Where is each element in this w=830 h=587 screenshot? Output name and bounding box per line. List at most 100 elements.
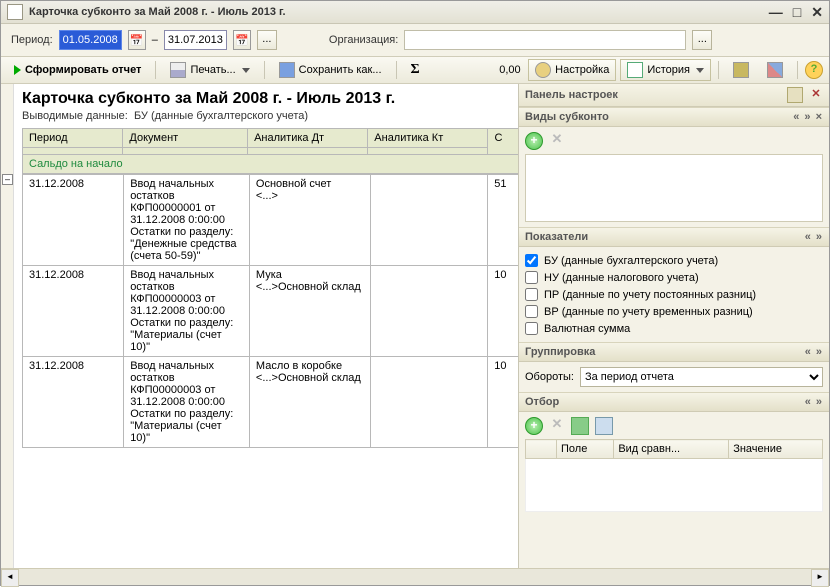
- indicator-checkbox[interactable]: [525, 254, 538, 267]
- date-dash: –: [152, 34, 158, 46]
- indicator-checkbox[interactable]: [525, 305, 538, 318]
- delete-button: ✕: [549, 132, 565, 148]
- table-row[interactable]: 31.12.2008Ввод начальных остатков КФП000…: [23, 357, 519, 448]
- generate-label: Сформировать отчет: [25, 64, 141, 76]
- sum-button[interactable]: Σ: [404, 59, 427, 81]
- date-from-field[interactable]: 01.05.2008: [59, 30, 122, 50]
- report-subtitle: Выводимые данные: БУ (данные бухгалтерск…: [14, 110, 518, 128]
- filter-col-field: Поле: [557, 440, 614, 459]
- calendar-icon[interactable]: 📅: [233, 30, 251, 50]
- print-icon: [170, 62, 186, 78]
- table-row[interactable]: 31.12.2008Ввод начальных остатков КФП000…: [23, 266, 519, 357]
- filter-table: Поле Вид сравн... Значение: [525, 439, 823, 512]
- indicator-row[interactable]: ПР (данные по учету постоянных разниц): [525, 286, 823, 303]
- copy2-icon[interactable]: [595, 417, 613, 435]
- app-icon: [7, 4, 23, 20]
- report-rows: 31.12.2008Ввод начальных остатков КФП000…: [22, 174, 518, 448]
- history-icon: [627, 62, 643, 78]
- collapse-button[interactable]: –: [2, 174, 13, 185]
- org-label: Организация:: [329, 34, 398, 46]
- indicator-row[interactable]: ВР (данные по учету временных разниц): [525, 303, 823, 320]
- horizontal-scrollbar[interactable]: ◄ ►: [1, 568, 829, 585]
- misc-button-2[interactable]: [760, 59, 790, 81]
- print-button[interactable]: Печать...: [163, 59, 256, 81]
- report-table: Период Документ Аналитика Дт Аналитика К…: [22, 128, 518, 174]
- org-field[interactable]: [404, 30, 686, 50]
- minimize-button[interactable]: —: [769, 4, 783, 21]
- filter-col-comp: Вид сравн...: [614, 440, 729, 459]
- period-choose-button[interactable]: ...: [257, 30, 277, 50]
- section-indicators[interactable]: Показатели« »: [519, 227, 829, 247]
- filter-empty-row[interactable]: [526, 459, 823, 512]
- report-pane: – Карточка субконто за Май 2008 г. - Июл…: [1, 84, 519, 568]
- history-button[interactable]: История: [620, 59, 711, 81]
- indicator-row[interactable]: НУ (данные налогового учета): [525, 269, 823, 286]
- add-button[interactable]: +: [525, 417, 543, 435]
- report-title: Карточка субконто за Май 2008 г. - Июль …: [14, 84, 518, 110]
- table-subheader: [23, 148, 519, 155]
- org-choose-button[interactable]: ...: [692, 30, 712, 50]
- gear-icon: [535, 62, 551, 78]
- filter-col-check: [526, 440, 557, 459]
- grouping-label: Обороты:: [525, 371, 574, 383]
- subconto-list[interactable]: [525, 154, 823, 222]
- sigma-icon: Σ: [411, 62, 420, 78]
- filter-col-value: Значение: [729, 440, 823, 459]
- indicator-checkbox[interactable]: [525, 288, 538, 301]
- box-icon: [733, 62, 749, 78]
- indicator-checkbox[interactable]: [525, 271, 538, 284]
- sum-value: 0,00: [431, 64, 521, 76]
- settings-panel-header: Панель настроек ✕: [519, 84, 829, 107]
- panel-close-button[interactable]: ✕: [809, 87, 823, 101]
- section-nav[interactable]: « » ×: [793, 111, 823, 123]
- grouping-select[interactable]: За период отчета: [580, 367, 823, 387]
- indicator-label: НУ (данные налогового учета): [544, 272, 699, 284]
- copy-icon[interactable]: [571, 417, 589, 435]
- titlebar: Карточка субконто за Май 2008 г. - Июль …: [1, 1, 829, 24]
- indicator-row[interactable]: БУ (данные бухгалтерского учета): [525, 252, 823, 269]
- panel-gear-icon[interactable]: [787, 87, 803, 103]
- generate-report-button[interactable]: Сформировать отчет: [7, 59, 148, 81]
- col-doc: Документ: [123, 129, 248, 148]
- indicator-label: ПР (данные по учету постоянных разниц): [544, 289, 756, 301]
- section-grouping[interactable]: Группировка« »: [519, 342, 829, 362]
- window-title: Карточка субконто за Май 2008 г. - Июль …: [29, 6, 286, 18]
- section-nav[interactable]: « »: [805, 396, 823, 408]
- maximize-button[interactable]: □: [793, 4, 801, 21]
- close-button[interactable]: ✕: [811, 4, 823, 21]
- delete-button: ✕: [549, 417, 565, 433]
- section-filter[interactable]: Отбор« »: [519, 392, 829, 412]
- add-button[interactable]: +: [525, 132, 543, 150]
- indicator-row[interactable]: Валютная сумма: [525, 320, 823, 337]
- date-to-field[interactable]: 31.07.2013: [164, 30, 227, 50]
- save-as-button[interactable]: Сохранить как...: [272, 59, 389, 81]
- box-icon: [767, 62, 783, 78]
- indicator-checkbox[interactable]: [525, 322, 538, 335]
- indicator-label: Валютная сумма: [544, 323, 630, 335]
- col-last: С: [488, 129, 518, 155]
- play-icon: [14, 65, 21, 75]
- scroll-right-button[interactable]: ►: [811, 569, 829, 587]
- col-andt: Аналитика Дт: [248, 129, 368, 148]
- col-period: Период: [23, 129, 123, 148]
- section-nav[interactable]: « »: [805, 346, 823, 358]
- scroll-left-button[interactable]: ◄: [1, 569, 19, 587]
- settings-button[interactable]: Настройка: [528, 59, 616, 81]
- table-header: Период Документ Аналитика Дт Аналитика К…: [23, 129, 519, 148]
- outline-gutter: –: [1, 84, 14, 568]
- section-subconto[interactable]: Виды субконто« » ×: [519, 107, 829, 127]
- period-form: Период: 01.05.2008 📅 – 31.07.2013 📅 ... …: [1, 24, 829, 57]
- indicator-label: ВР (данные по учету временных разниц): [544, 306, 753, 318]
- toolbar: Сформировать отчет Печать... Сохранить к…: [1, 57, 829, 84]
- chevron-down-icon: [242, 68, 250, 73]
- table-row[interactable]: 31.12.2008Ввод начальных остатков КФП000…: [23, 175, 519, 266]
- section-nav[interactable]: « »: [805, 231, 823, 243]
- help-button[interactable]: ?: [805, 61, 823, 79]
- calendar-icon[interactable]: 📅: [128, 30, 146, 50]
- save-icon: [279, 62, 295, 78]
- col-ankt: Аналитика Кт: [368, 129, 488, 148]
- table-group-row: Сальдо на начало: [23, 155, 519, 174]
- chevron-down-icon: [696, 68, 704, 73]
- misc-button-1[interactable]: [726, 59, 756, 81]
- settings-panel: Панель настроек ✕ Виды субконто« » × + ✕…: [519, 84, 829, 568]
